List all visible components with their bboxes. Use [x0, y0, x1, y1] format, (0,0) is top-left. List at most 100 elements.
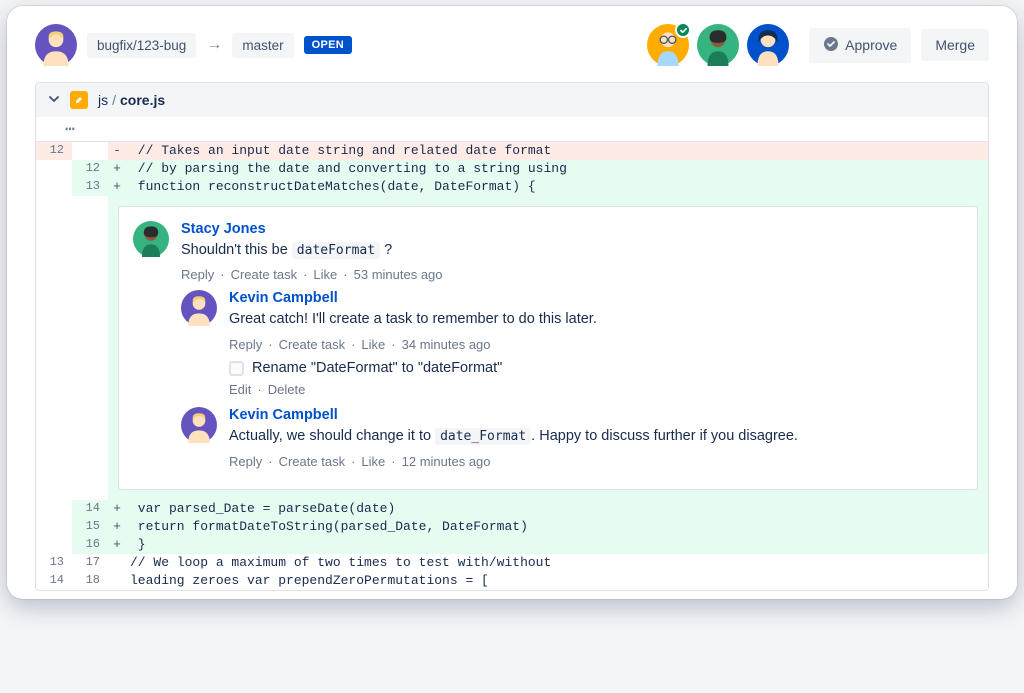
comment-replies: Kevin Campbell Great catch! I'll create … — [181, 290, 959, 469]
code-content: var parsed_Date = parseDate(date) — [126, 500, 988, 518]
merge-button[interactable]: Merge — [921, 29, 989, 61]
inline-comment-row: Stacy Jones Shouldn't this be dateFormat… — [36, 196, 988, 500]
create-task-action[interactable]: Create task — [279, 454, 345, 469]
line-number-old — [36, 160, 72, 178]
diff-symbol — [108, 554, 126, 572]
diff-line[interactable]: 16+ } — [36, 536, 988, 554]
file-path: js/core.js — [98, 92, 165, 108]
diff-table: ⋯ 12- // Takes an input date string and … — [36, 117, 988, 590]
comment-actions: Reply· Create task· Like· 53 minutes ago — [181, 267, 959, 282]
line-number-new: 14 — [72, 500, 108, 518]
task-actions: Edit· Delete — [229, 382, 959, 397]
like-action[interactable]: Like — [361, 337, 385, 352]
line-number-old — [36, 536, 72, 554]
diff-line[interactable]: 15+ return formatDateToString(parsed_Dat… — [36, 518, 988, 536]
line-number-new — [72, 141, 108, 160]
create-task-action[interactable]: Create task — [279, 337, 345, 352]
diff-symbol — [108, 572, 126, 590]
task-text: Rename "DateFormat" to "dateFormat" — [252, 360, 502, 376]
code-content: } — [126, 536, 988, 554]
comment-text: Actually, we should change it to date_Fo… — [229, 426, 959, 448]
diff-symbol: + — [108, 518, 126, 536]
code-content: // We loop a maximum of two times to tes… — [126, 554, 988, 572]
approve-button[interactable]: Approve — [809, 28, 911, 63]
diff-symbol: + — [108, 160, 126, 178]
comment-author[interactable]: Kevin Campbell — [229, 290, 959, 306]
line-number-new: 16 — [72, 536, 108, 554]
comment-author[interactable]: Stacy Jones — [181, 221, 959, 237]
arrow-icon: → — [206, 36, 222, 54]
chevron-down-icon[interactable] — [48, 92, 60, 108]
comment-thread: Stacy Jones Shouldn't this be dateFormat… — [118, 206, 978, 490]
comment: Kevin Campbell Actually, we should chang… — [181, 407, 959, 469]
line-number-old — [36, 178, 72, 196]
reviewer-avatar-1[interactable] — [647, 24, 689, 66]
check-circle-icon — [823, 36, 839, 55]
reply-action[interactable]: Reply — [229, 454, 262, 469]
status-badge: OPEN — [304, 36, 352, 54]
code-inline: date_Format — [435, 428, 531, 445]
approve-label: Approve — [845, 37, 897, 53]
diff-line[interactable]: 12+ // by parsing the date and convertin… — [36, 160, 988, 178]
comment-time: 34 minutes ago — [402, 337, 491, 352]
line-number-old: 14 — [36, 572, 72, 590]
line-number-old — [36, 518, 72, 536]
line-number-new: 17 — [72, 554, 108, 572]
reply-action[interactable]: Reply — [181, 267, 214, 282]
line-number-new: 18 — [72, 572, 108, 590]
line-number-new: 12 — [72, 160, 108, 178]
line-number-old — [36, 500, 72, 518]
line-number-new: 15 — [72, 518, 108, 536]
author-avatar[interactable] — [35, 24, 77, 66]
comment-actions: Reply· Create task· Like· 12 minutes ago — [229, 454, 959, 469]
task-checkbox[interactable] — [229, 361, 244, 376]
diff-symbol: - — [108, 141, 126, 160]
like-action[interactable]: Like — [361, 454, 385, 469]
target-branch[interactable]: master — [232, 33, 293, 58]
comment-time: 12 minutes ago — [402, 454, 491, 469]
diff-symbol: + — [108, 500, 126, 518]
diff-line[interactable]: 13+ function reconstructDateMatches(date… — [36, 178, 988, 196]
expand-context-row[interactable]: ⋯ — [36, 117, 988, 141]
pr-header: bugfix/123-bug → master OPEN Approve — [7, 6, 1017, 74]
comment-text: Shouldn't this be dateFormat ? — [181, 240, 959, 262]
line-number-old: 13 — [36, 554, 72, 572]
comment: Stacy Jones Shouldn't this be dateFormat… — [133, 221, 959, 283]
task-item: Rename "DateFormat" to "dateFormat" — [229, 360, 959, 376]
delete-action[interactable]: Delete — [268, 382, 306, 397]
reviewer-avatar-3[interactable] — [747, 24, 789, 66]
file-diff-block: js/core.js ⋯ 12- // Takes an input date … — [35, 82, 989, 591]
reviewer-avatar-2[interactable] — [697, 24, 739, 66]
code-content: function reconstructDateMatches(date, Da… — [126, 178, 988, 196]
comment: Kevin Campbell Great catch! I'll create … — [181, 290, 959, 397]
file-header[interactable]: js/core.js — [36, 83, 988, 117]
create-task-action[interactable]: Create task — [231, 267, 297, 282]
diff-symbol: + — [108, 536, 126, 554]
comment-text: Great catch! I'll create a task to remem… — [229, 309, 959, 331]
code-content: leading zeroes var prependZeroPermutatio… — [126, 572, 988, 590]
diff-line[interactable]: 12 - // Takes an input date string and re… — [36, 141, 988, 160]
comment-author[interactable]: Kevin Campbell — [229, 407, 959, 423]
like-action[interactable]: Like — [313, 267, 337, 282]
reply-action[interactable]: Reply — [229, 337, 262, 352]
code-inline: dateFormat — [292, 242, 380, 259]
diff-line[interactable]: 1317 // We loop a maximum of two times to… — [36, 554, 988, 572]
source-branch[interactable]: bugfix/123-bug — [87, 33, 196, 58]
file-modified-icon — [70, 91, 88, 109]
comment-actions: Reply· Create task· Like· 34 minutes ago — [229, 337, 959, 352]
reviewers-list — [647, 24, 789, 66]
comment-avatar[interactable] — [181, 407, 217, 443]
line-number-new: 13 — [72, 178, 108, 196]
line-number-old: 12 — [36, 141, 72, 160]
code-content: // by parsing the date and converting to… — [126, 160, 988, 178]
comment-time: 53 minutes ago — [354, 267, 443, 282]
diff-line[interactable]: 14+ var parsed_Date = parseDate(date) — [36, 500, 988, 518]
comment-avatar[interactable] — [133, 221, 169, 257]
code-content: // Takes an input date string and relate… — [126, 141, 988, 160]
code-content: return formatDateToString(parsed_Date, D… — [126, 518, 988, 536]
diff-line[interactable]: 1418 leading zeroes var prependZeroPermut… — [36, 572, 988, 590]
pr-window: bugfix/123-bug → master OPEN Approve — [7, 6, 1017, 599]
edit-action[interactable]: Edit — [229, 382, 251, 397]
diff-symbol: + — [108, 178, 126, 196]
comment-avatar[interactable] — [181, 290, 217, 326]
